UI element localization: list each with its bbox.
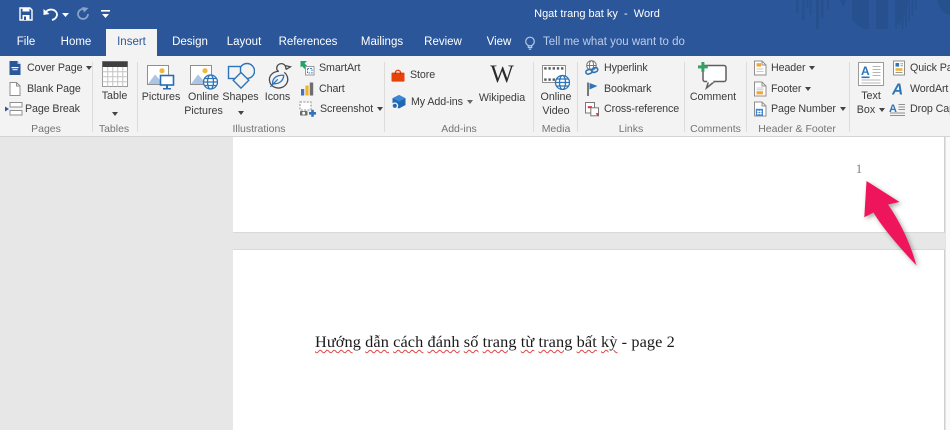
svg-text:A: A — [892, 82, 903, 98]
svg-text:A: A — [861, 64, 870, 78]
